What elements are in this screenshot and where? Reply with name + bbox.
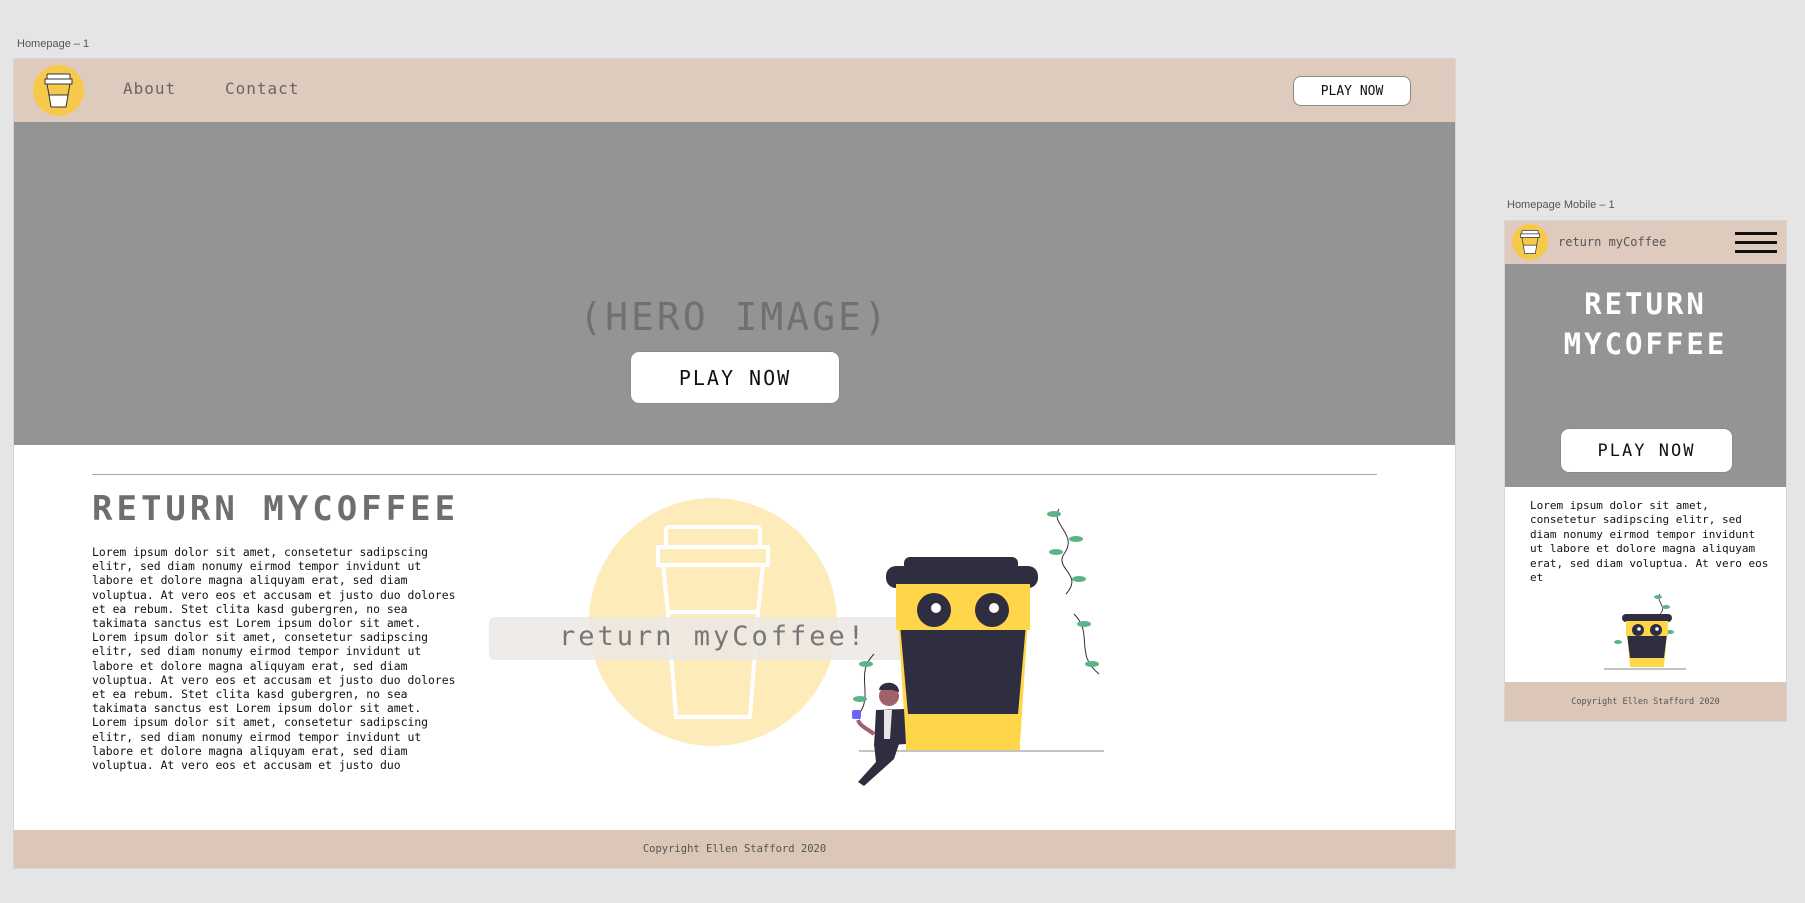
section-title: RETURN MYCOFFEE bbox=[92, 489, 460, 529]
mobile-footer: Copyright Ellen Stafford 2020 bbox=[1505, 682, 1786, 721]
coffee-cup-logo-icon[interactable] bbox=[1512, 224, 1548, 260]
top-nav-bar: About Contact PLAY NOW bbox=[14, 59, 1455, 122]
mobile-coffee-character-illustration bbox=[1600, 592, 1690, 674]
hamburger-menu-icon[interactable] bbox=[1735, 232, 1777, 254]
mobile-hero-title-line-1: RETURN bbox=[1584, 287, 1707, 321]
mobile-brand-name: return myCoffee bbox=[1558, 235, 1667, 249]
mobile-hero-title-line-2: MYCOFFEE bbox=[1563, 327, 1728, 361]
nav-link-about[interactable]: About bbox=[123, 79, 176, 98]
body-paragraph-1: Lorem ipsum dolor sit amet, consetetur s… bbox=[92, 545, 456, 716]
mobile-nav-bar: return myCoffee bbox=[1505, 221, 1786, 264]
desktop-frame-label: Homepage – 1 bbox=[17, 38, 90, 50]
hero-section: (HERO IMAGE) PLAY NOW bbox=[14, 122, 1455, 445]
coffee-character-illustration bbox=[844, 504, 1117, 804]
hero-play-now-button[interactable]: PLAY NOW bbox=[630, 351, 840, 404]
mobile-body-text: Lorem ipsum dolor sit amet, consetetur s… bbox=[1530, 499, 1769, 585]
mobile-homepage-frame: return myCoffee RETURN MYCOFFEE PLAY NOW… bbox=[1505, 221, 1786, 721]
section-divider bbox=[92, 474, 1377, 475]
nav-link-contact[interactable]: Contact bbox=[225, 79, 299, 98]
body-paragraph-2: Lorem ipsum dolor sit amet, consetetur s… bbox=[92, 715, 429, 773]
mobile-hero-title: RETURN MYCOFFEE bbox=[1505, 284, 1786, 364]
coffee-cup-logo-icon[interactable] bbox=[33, 65, 84, 116]
section-body-text: Lorem ipsum dolor sit amet, consetetur s… bbox=[92, 545, 462, 772]
mobile-hero-section: RETURN MYCOFFEE PLAY NOW bbox=[1505, 264, 1786, 487]
nav-play-now-button[interactable]: PLAY NOW bbox=[1293, 76, 1411, 106]
desktop-homepage-frame: About Contact PLAY NOW (HERO IMAGE) PLAY… bbox=[14, 59, 1455, 868]
mobile-play-now-button[interactable]: PLAY NOW bbox=[1560, 428, 1733, 473]
mobile-frame-label: Homepage Mobile – 1 bbox=[1507, 199, 1615, 211]
desktop-footer: Copyright Ellen Stafford 2020 bbox=[14, 830, 1455, 868]
hero-image-placeholder: (HERO IMAGE) bbox=[579, 295, 890, 339]
